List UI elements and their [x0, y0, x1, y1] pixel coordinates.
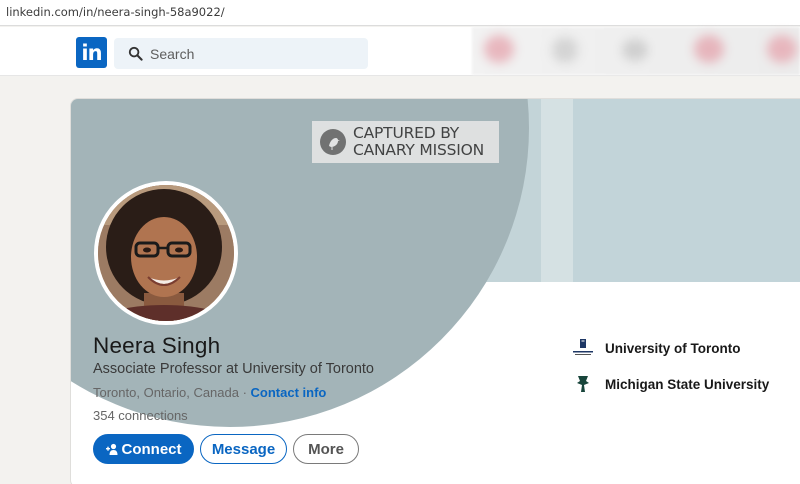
more-label: More [308, 440, 344, 458]
canary-mission-watermark: CAPTURED BY CANARY MISSION [312, 121, 499, 163]
linkedin-logo-icon[interactable]: in [76, 37, 107, 68]
profile-avatar[interactable] [94, 181, 238, 325]
profile-name: Neera Singh [93, 333, 221, 358]
education-name: University of Toronto [605, 340, 741, 356]
location-text: Toronto, Ontario, Canada · [93, 385, 251, 400]
profile-card: CAPTURED BY CANARY MISSION Neera Singh A… [70, 98, 800, 484]
message-label: Message [211, 440, 276, 458]
search-icon [128, 46, 143, 61]
banner-right-panel [573, 99, 800, 282]
banner-stripe [541, 99, 573, 282]
university-of-toronto-logo-icon [571, 337, 595, 359]
contact-info-link[interactable]: Contact info [251, 385, 327, 400]
education-item[interactable]: Michigan State University [571, 373, 769, 395]
connect-label: Connect [121, 440, 182, 458]
browser-url-bar[interactable]: linkedin.com/in/neera-singh-58a9022/ [0, 0, 800, 26]
search-input[interactable] [150, 38, 360, 69]
michigan-state-logo-icon [571, 373, 595, 395]
profile-location: Toronto, Ontario, Canada · Contact info [93, 385, 326, 400]
connections-count: 354 connections [93, 408, 188, 423]
avatar-portrait-icon [98, 185, 234, 321]
profile-headline: Associate Professor at University of Tor… [93, 361, 374, 377]
add-person-icon [105, 443, 117, 455]
blurred-nav-icons [472, 27, 800, 75]
more-button[interactable]: More [293, 434, 359, 464]
url-text[interactable]: linkedin.com/in/neera-singh-58a9022/ [6, 5, 225, 19]
message-button[interactable]: Message [200, 434, 287, 464]
watermark-text: CAPTURED BY CANARY MISSION [353, 124, 484, 159]
connect-button[interactable]: Connect [93, 434, 194, 464]
education-item[interactable]: University of Toronto [571, 337, 741, 359]
search-box[interactable] [114, 38, 368, 69]
education-name: Michigan State University [605, 376, 770, 392]
canary-bird-icon [320, 129, 346, 155]
linkedin-header: in [0, 27, 800, 76]
